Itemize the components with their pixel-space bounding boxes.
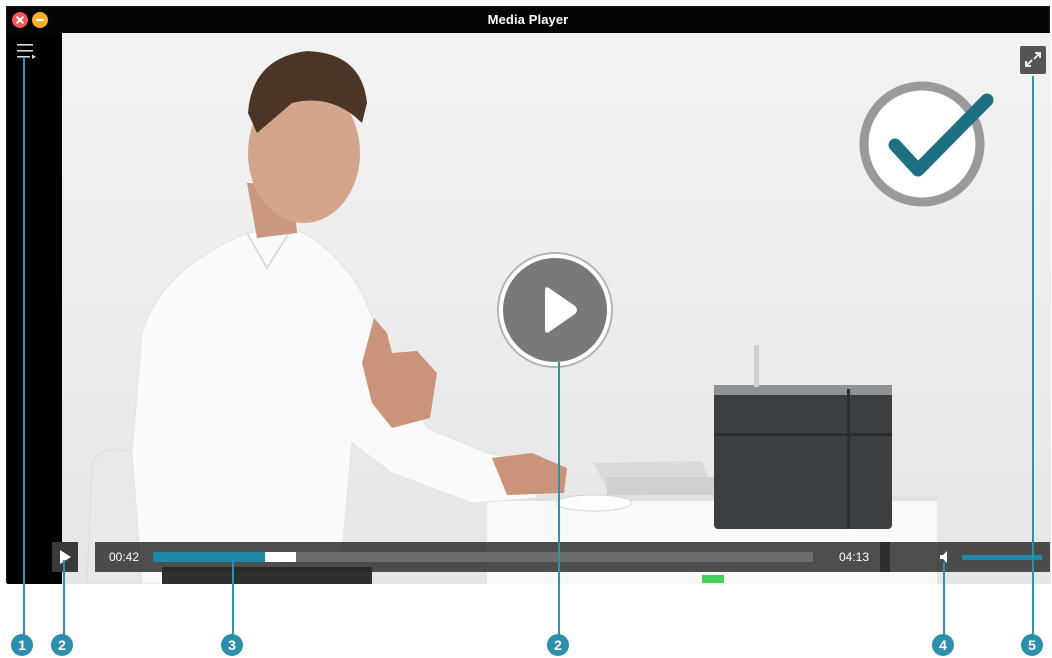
playlist-icon [17,44,36,59]
callout-line-4 [943,562,945,635]
callout-badge: 2 [51,634,73,656]
title-bar: Media Player [7,7,1049,33]
volume-control [880,542,1050,572]
center-play-button[interactable] [499,254,611,366]
volume-slider[interactable] [962,555,1042,560]
volume-level [962,555,1042,560]
play-button[interactable] [52,542,78,572]
callout-line-2b [558,362,560,635]
current-time: 00:42 [109,550,140,564]
progress-played [153,552,266,562]
callout-line-2a [63,560,65,635]
playlist-button[interactable] [15,41,37,63]
progress-bar[interactable] [153,552,813,562]
window-title: Media Player [487,12,569,27]
callout-line-5 [1032,76,1034,635]
callout-line-3 [232,560,234,635]
checkmark-badge [859,81,985,207]
control-bar: 00:42 04:13 [95,542,890,572]
callout-badge: 1 [11,634,33,656]
play-icon [60,550,71,564]
callout-badge: 2 [547,634,569,656]
fullscreen-button[interactable] [1020,46,1046,74]
callout-badge: 4 [932,634,954,656]
media-player-window: Media Player [6,6,1051,584]
fullscreen-icon [1025,52,1041,67]
duration: 04:13 [839,550,870,564]
video-area[interactable] [62,33,1051,584]
volume-icon[interactable] [938,549,954,565]
play-icon [545,287,577,333]
callout-badge: 3 [221,634,243,656]
screenshot-stage: Media Player 00:42 04:13 1 2 3 2 4 5 [0,0,1052,658]
sidebar [7,33,62,584]
callout-badge: 5 [1021,634,1043,656]
callout-line-1 [23,57,25,635]
